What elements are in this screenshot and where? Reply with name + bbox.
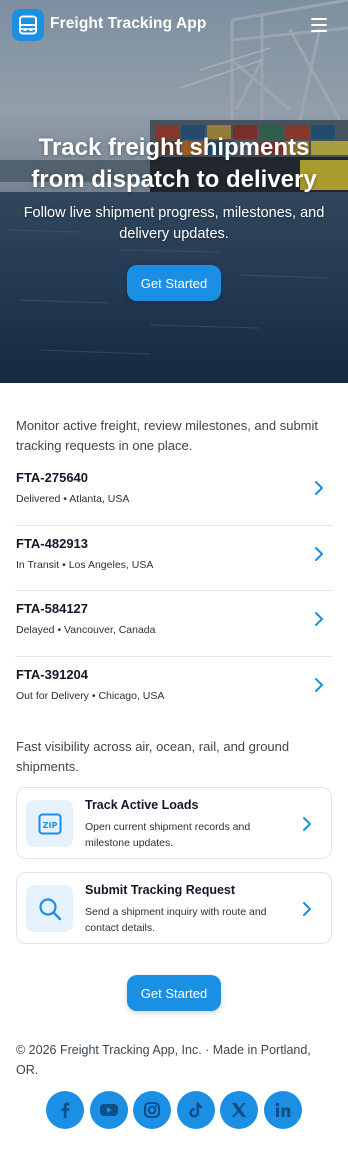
footer-text: © 2026 Freight Tracking App, Inc. · Made… xyxy=(16,1043,311,1077)
card-icon-tile xyxy=(26,885,73,932)
shipment-row-2[interactable]: FTA-482913 In Transit • Los Angeles, USA xyxy=(15,526,333,591)
submit-tracking-request-card[interactable]: Submit Tracking Request Send a shipment … xyxy=(16,872,332,944)
chevron-right-icon[interactable] xyxy=(313,545,325,563)
search-icon xyxy=(38,897,61,920)
track-active-loads-card[interactable]: ZIP Track Active Loads Open current ship… xyxy=(16,787,332,859)
hero-subtitle: Follow live shipment progress, milestone… xyxy=(23,205,325,242)
card-description: Open current shipment records and milest… xyxy=(85,821,251,849)
shipment-row-3[interactable]: FTA-584127 Delayed • Vancouver, Canada xyxy=(15,591,333,657)
chevron-right-icon[interactable] xyxy=(301,900,313,918)
chevron-right-icon[interactable] xyxy=(301,815,313,833)
social-links xyxy=(46,1091,302,1129)
intro-text: Monitor active freight, review milestone… xyxy=(16,418,319,453)
menu-line xyxy=(311,24,327,26)
app-title[interactable]: Freight Tracking App xyxy=(50,15,206,33)
shipment-list: FTA-275640 Delivered • Atlanta, USA FTA-… xyxy=(0,460,348,722)
hamburger-menu-icon[interactable] xyxy=(306,14,332,36)
shipment-id: FTA-275640 xyxy=(16,470,89,485)
menu-line xyxy=(311,30,327,32)
tagline-text: Fast visibility across air, ocean, rail,… xyxy=(16,739,290,774)
x-icon[interactable] xyxy=(220,1091,259,1129)
youtube-icon[interactable] xyxy=(89,1091,128,1129)
card-description: Send a shipment inquiry with route and c… xyxy=(85,906,267,934)
shipment-row-4[interactable]: FTA-391204 Out for Delivery • Chicago, U… xyxy=(15,657,333,723)
top-nav-bar: Freight Tracking App xyxy=(0,0,348,52)
chevron-right-icon[interactable] xyxy=(313,610,325,628)
hero-get-started-button[interactable]: Get Started xyxy=(127,265,221,301)
tiktok-icon[interactable] xyxy=(176,1091,215,1129)
hero-section: Freight Tracking App Track freight shipm… xyxy=(0,0,348,383)
shipment-row-1[interactable]: FTA-275640 Delivered • Atlanta, USA xyxy=(15,460,333,526)
bottom-get-started-button[interactable]: Get Started xyxy=(127,975,221,1011)
chevron-right-icon[interactable] xyxy=(313,479,325,497)
card-title: Submit Tracking Request xyxy=(85,883,236,897)
hero-title: Track freight shipments from dispatch to… xyxy=(31,134,317,193)
chevron-right-icon[interactable] xyxy=(313,676,325,694)
truck-window-icon xyxy=(19,15,37,35)
card-title: Track Active Loads xyxy=(85,798,199,812)
shipment-id: FTA-482913 xyxy=(16,535,89,551)
shipment-status-location: Out for Delivery • Chicago, USA xyxy=(16,689,165,702)
shipment-id: FTA-391204 xyxy=(16,666,89,682)
card-icon-tile: ZIP xyxy=(26,800,73,847)
shipment-status-location: Delivered • Atlanta, USA xyxy=(16,493,130,505)
linkedin-icon[interactable] xyxy=(263,1091,302,1129)
shipment-id: FTA-584127 xyxy=(16,601,89,616)
facebook-icon[interactable] xyxy=(46,1091,84,1129)
menu-line xyxy=(311,18,327,20)
shipment-status-location: Delayed • Vancouver, Canada xyxy=(16,624,156,636)
zip-icon: ZIP xyxy=(38,813,61,834)
svg-text:ZIP: ZIP xyxy=(42,821,57,830)
instagram-icon[interactable] xyxy=(133,1091,172,1129)
app-logo-icon[interactable] xyxy=(12,9,44,41)
shipment-status-location: In Transit • Los Angeles, USA xyxy=(16,558,154,571)
